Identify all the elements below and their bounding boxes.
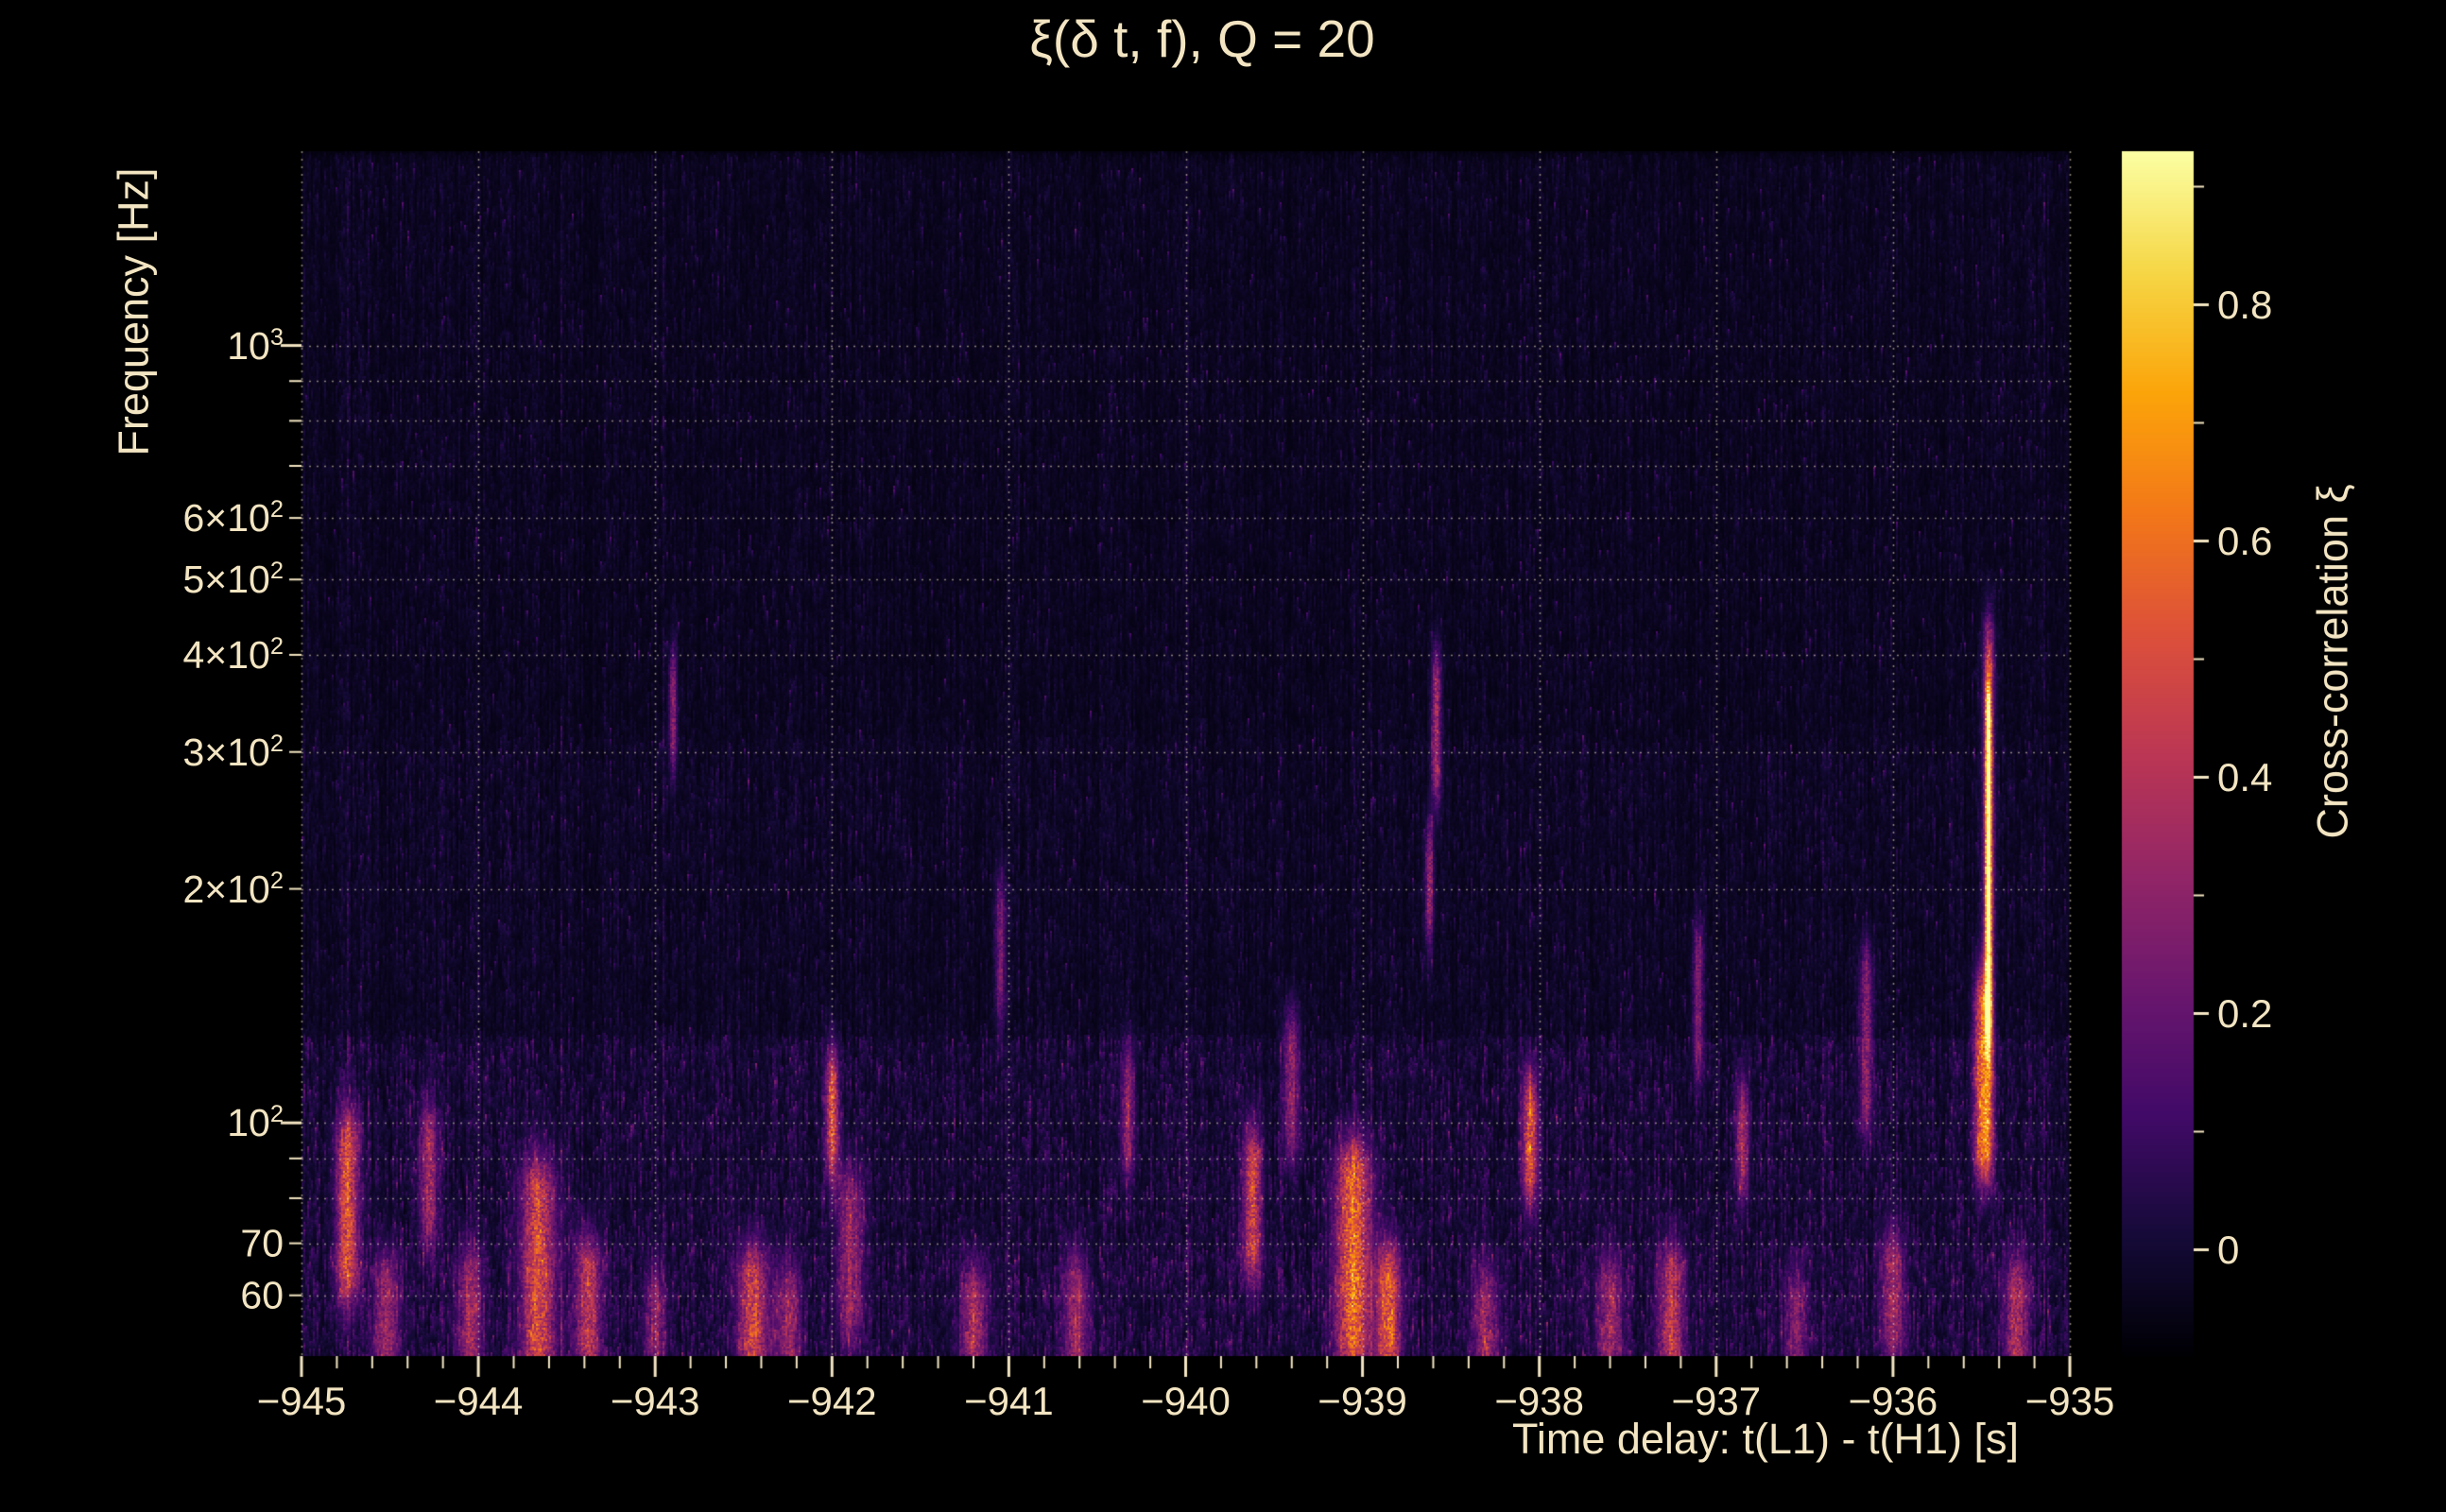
x-tick-label: −942 <box>786 1379 877 1423</box>
y-tick-label: 5×102 <box>182 558 284 602</box>
x-tick-label: −939 <box>1318 1379 1407 1423</box>
y-tick-label: 102 <box>227 1101 284 1145</box>
heatmap-canvas <box>0 0 2446 1512</box>
x-tick-label: −943 <box>610 1379 700 1423</box>
colorbar-tick-label: 0.4 <box>2217 754 2273 799</box>
y-tick-label: 4×102 <box>182 632 284 677</box>
x-tick-label: −941 <box>964 1379 1054 1423</box>
x-tick-label: −938 <box>1494 1379 1584 1423</box>
colorbar-tick-label: 0.2 <box>2217 990 2273 1036</box>
x-axis-label: Time delay: t(L1) - t(H1) [s] <box>1512 1415 2019 1463</box>
colorbar-tick-label: 0.6 <box>2217 518 2273 563</box>
colorbar-label: Cross-correlation ξ <box>2308 484 2357 839</box>
x-tick-label: −936 <box>1848 1379 1938 1423</box>
x-tick-label: −944 <box>433 1379 524 1423</box>
x-tick-label: −940 <box>1141 1379 1231 1423</box>
colorbar-tick-label: 0 <box>2217 1227 2240 1272</box>
x-tick-label: −935 <box>2024 1379 2115 1423</box>
y-tick-label: 60 <box>240 1273 284 1317</box>
y-tick-label: 3×102 <box>182 730 284 774</box>
chart-title: ξ(δ t, f), Q = 20 <box>1029 9 1375 68</box>
y-tick-label: 2×102 <box>182 867 284 911</box>
y-tick-label: 6×102 <box>182 495 284 540</box>
y-tick-label: 70 <box>240 1221 284 1265</box>
y-tick-label: 103 <box>227 323 284 368</box>
colorbar-tick-label: 0.8 <box>2217 282 2273 327</box>
figure-page: { "chart": { "title": "ξ(δ t, f), Q = 20… <box>0 0 2446 1512</box>
x-tick-label: −945 <box>256 1379 347 1423</box>
x-tick-label: −937 <box>1671 1379 1762 1423</box>
y-axis-label: Frequency [Hz] <box>109 167 158 456</box>
